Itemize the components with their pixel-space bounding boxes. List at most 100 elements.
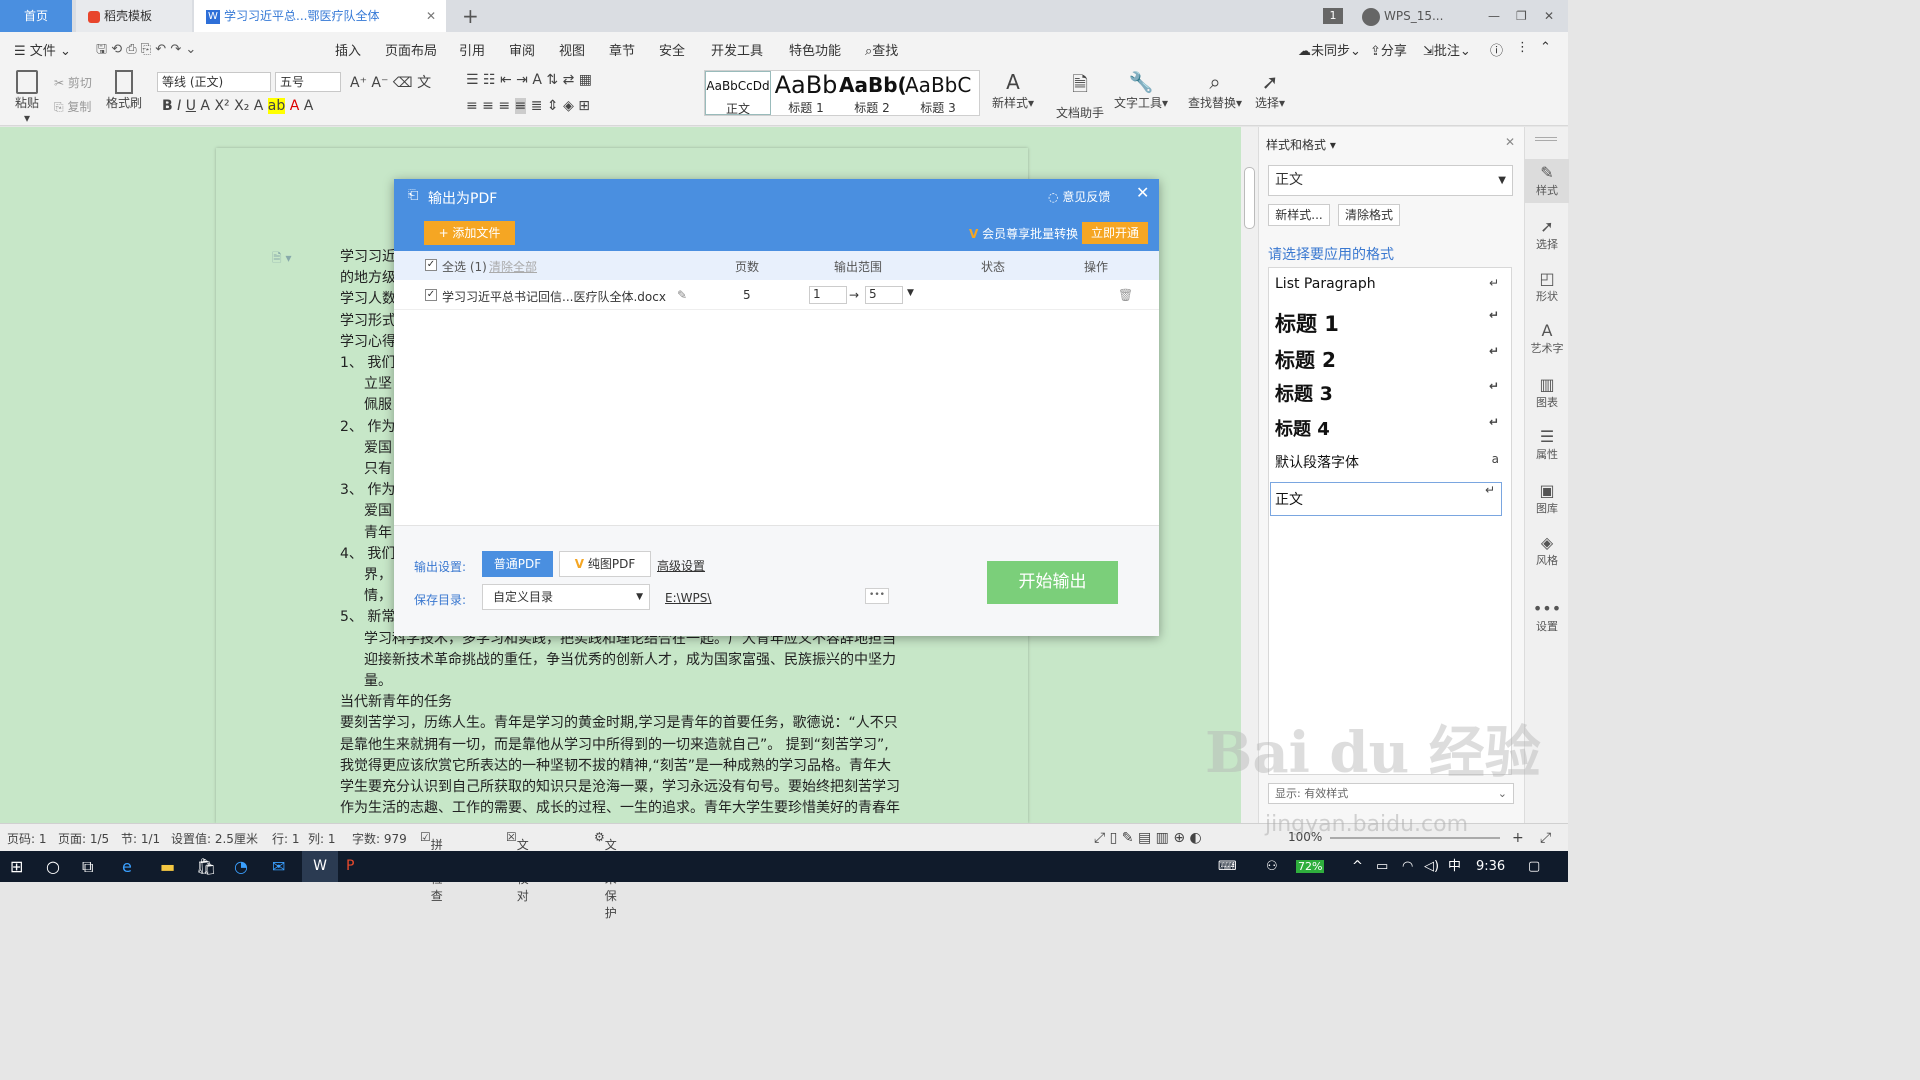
save-path[interactable]: E:\WPS\ [665, 591, 711, 605]
fullscreen-icon[interactable]: ⤢ [1540, 830, 1551, 846]
help-icon[interactable]: ⓘ [1490, 40, 1503, 59]
network-icon[interactable]: ▭ [1376, 851, 1388, 882]
menu-tab-features[interactable]: 特色功能 [789, 40, 841, 59]
doc-helper-button[interactable]: 🗎 文档助手 [1054, 70, 1106, 121]
new-tab-plus-icon[interactable]: + [462, 0, 479, 32]
maximize-icon[interactable]: ❐ [1516, 0, 1527, 32]
styles-panel-title[interactable]: 样式和格式 ▾ [1266, 136, 1336, 153]
file-row-checkbox[interactable]: ✓ [425, 289, 437, 301]
menu-tab-security[interactable]: 安全 [659, 40, 685, 59]
user-account[interactable]: WPS_15... [1362, 0, 1443, 32]
list-indent-icons[interactable]: ☰ ☷ ⇤ ⇥ A ⇅ ⇄ ▦ [466, 72, 592, 88]
task-view-icon[interactable]: ⧉ [82, 851, 93, 882]
select-all-checkbox[interactable]: ✓ [425, 259, 437, 271]
menu-tab-review[interactable]: 审阅 [509, 40, 535, 59]
copy-button[interactable]: ⎘ 复制 [54, 98, 91, 115]
status-words[interactable]: 字数: 979 [352, 830, 407, 847]
format-item[interactable]: 标题 1 ↵ [1275, 308, 1505, 338]
volume-icon[interactable]: ◁) [1424, 851, 1439, 882]
proofread-button[interactable]: ☒ 文档校对 [506, 830, 529, 903]
style-normal[interactable]: AaBbCcDd 正文 [705, 71, 771, 116]
clear-format-button[interactable]: 清除格式 [1338, 204, 1400, 226]
delete-icon[interactable]: 🗑 [1118, 288, 1133, 302]
new-style-panel-button[interactable]: 新样式... [1268, 204, 1330, 226]
spell-check-button[interactable]: ☑ 拼写检查 [420, 830, 443, 903]
menu-tab-insert[interactable]: 插入 [335, 40, 361, 59]
collapse-ribbon-icon[interactable]: ⌃ [1540, 40, 1551, 55]
dialog-close-icon[interactable]: ✕ [1136, 183, 1149, 202]
tab-close-icon[interactable]: ✕ [426, 0, 436, 32]
view-mode-icons[interactable]: ⤢ ▯ ✎ ▤ ▥ ⊕ ◐ [1094, 830, 1202, 846]
minimize-icon[interactable]: — [1488, 0, 1500, 32]
tool-gallery[interactable]: ▣ 图库 [1525, 481, 1569, 516]
clock-app-icon[interactable]: ◔ [234, 851, 248, 882]
range-dropdown-icon[interactable]: ▼ [907, 288, 914, 298]
more-icon[interactable]: ⋮ [1516, 40, 1529, 55]
zoom-in-icon[interactable]: + [1512, 830, 1524, 846]
wps-presentation-icon[interactable]: P [346, 851, 354, 882]
font-family-select[interactable]: 等线 (正文) [157, 72, 271, 92]
tool-properties[interactable]: ☰ 属性 [1525, 427, 1569, 462]
format-painter-button[interactable]: 格式刷 [104, 70, 144, 111]
add-file-button[interactable]: + 添加文件 [424, 221, 515, 245]
tool-style[interactable]: ✎ 样式 [1525, 159, 1569, 203]
feedback-link[interactable]: ◌ 意见反馈 [1048, 188, 1110, 205]
normal-pdf-button[interactable]: 普通PDF [482, 551, 553, 577]
protect-status[interactable]: ⚙ 文档未保护 [594, 830, 617, 920]
edge-icon[interactable]: e [122, 851, 132, 882]
share-button[interactable]: ⇪分享 [1370, 40, 1407, 59]
tray-up-icon[interactable]: ^ [1352, 851, 1363, 882]
style-heading-1[interactable]: AaBb 标题 1 [773, 71, 839, 115]
cortana-icon[interactable]: ○ [46, 851, 60, 882]
notification-icon[interactable]: ▢ [1528, 851, 1540, 882]
format-item[interactable]: 标题 2 ↵ [1275, 344, 1505, 373]
tab-document[interactable]: W 学习习近平总...鄂医疗队全体 ✕ [194, 0, 446, 32]
quick-access-icons[interactable]: 🖫 ⟲ ⎙ ⎘ ↶ ↷ ⌄ [96, 40, 196, 62]
close-panel-icon[interactable]: ✕ [1505, 135, 1515, 149]
mail-icon[interactable]: ✉ [272, 851, 285, 882]
windows-start-icon[interactable]: ⊞ [10, 851, 23, 882]
current-style-select[interactable]: 正文 ▼ [1268, 165, 1513, 196]
menu-tab-layout[interactable]: 页面布局 [385, 40, 437, 59]
ime-indicator[interactable]: 中 [1448, 851, 1461, 882]
paste-button[interactable]: 粘贴▾ [12, 70, 42, 125]
text-tools-button[interactable]: 🔧 文字工具▾ [1112, 70, 1170, 111]
file-menu[interactable]: ☰ 文件 ⌄ [14, 40, 71, 59]
tool-wordart[interactable]: A 艺术字 [1525, 321, 1569, 356]
explorer-icon[interactable]: ▬ [160, 851, 175, 882]
tab-daoke-templates[interactable]: 稻壳模板 [76, 0, 192, 32]
people-icon[interactable]: ⚇ [1266, 851, 1278, 882]
tool-settings[interactable]: ••• 设置 [1525, 599, 1569, 634]
open-vip-button[interactable]: 立即开通 [1082, 222, 1148, 244]
advanced-settings-link[interactable]: 高级设置 [657, 557, 705, 574]
edit-icon[interactable]: ✎ [677, 288, 687, 302]
style-heading-2[interactable]: AaBb(标题 2 [839, 71, 905, 115]
tool-shape[interactable]: ◰ 形状 [1525, 269, 1569, 304]
menu-tab-chapter[interactable]: 章节 [609, 40, 635, 59]
range-from-input[interactable]: 1 [809, 286, 847, 304]
style-heading-3[interactable]: AaBbC 标题 3 [905, 71, 971, 115]
wifi-icon[interactable]: ◠ [1402, 851, 1413, 882]
tool-select[interactable]: ➚ 选择 [1525, 217, 1569, 252]
format-item[interactable]: 正文 ↵ [1270, 482, 1502, 516]
start-export-button[interactable]: 开始输出 [987, 561, 1118, 604]
format-item[interactable]: 默认段落字体 a [1275, 452, 1505, 472]
menu-tab-developer[interactable]: 开发工具 [711, 40, 763, 59]
page-nav-icon[interactable]: 🗎 ▾ [272, 249, 292, 270]
close-window-icon[interactable]: ✕ [1544, 0, 1554, 32]
range-to-input[interactable]: 5 [865, 286, 903, 304]
find-replace-button[interactable]: ⌕ 查找替换▾ [1186, 70, 1244, 111]
tool-chart[interactable]: ▥ 图表 [1525, 375, 1569, 410]
keyboard-icon[interactable]: ⌨ [1218, 851, 1237, 882]
store-icon[interactable]: 🛍 [196, 851, 216, 882]
image-pdf-button[interactable]: V 纯图PDF [559, 551, 651, 577]
tab-home[interactable]: 首页 [0, 0, 72, 32]
format-item[interactable]: List Paragraph ↵ [1275, 276, 1505, 292]
menu-search[interactable]: ⌕查找 [865, 40, 898, 59]
font-format-icons[interactable]: B I U A X² X₂ A ab A A [162, 98, 313, 114]
clear-all-link[interactable]: 清除全部 [489, 258, 537, 275]
new-style-button[interactable]: A 新样式▾ [990, 70, 1036, 111]
font-size-select[interactable]: 五号 [275, 72, 341, 92]
comment-button[interactable]: ⇲批注⌄ [1423, 40, 1471, 59]
clock[interactable]: 9:36 [1476, 851, 1505, 882]
